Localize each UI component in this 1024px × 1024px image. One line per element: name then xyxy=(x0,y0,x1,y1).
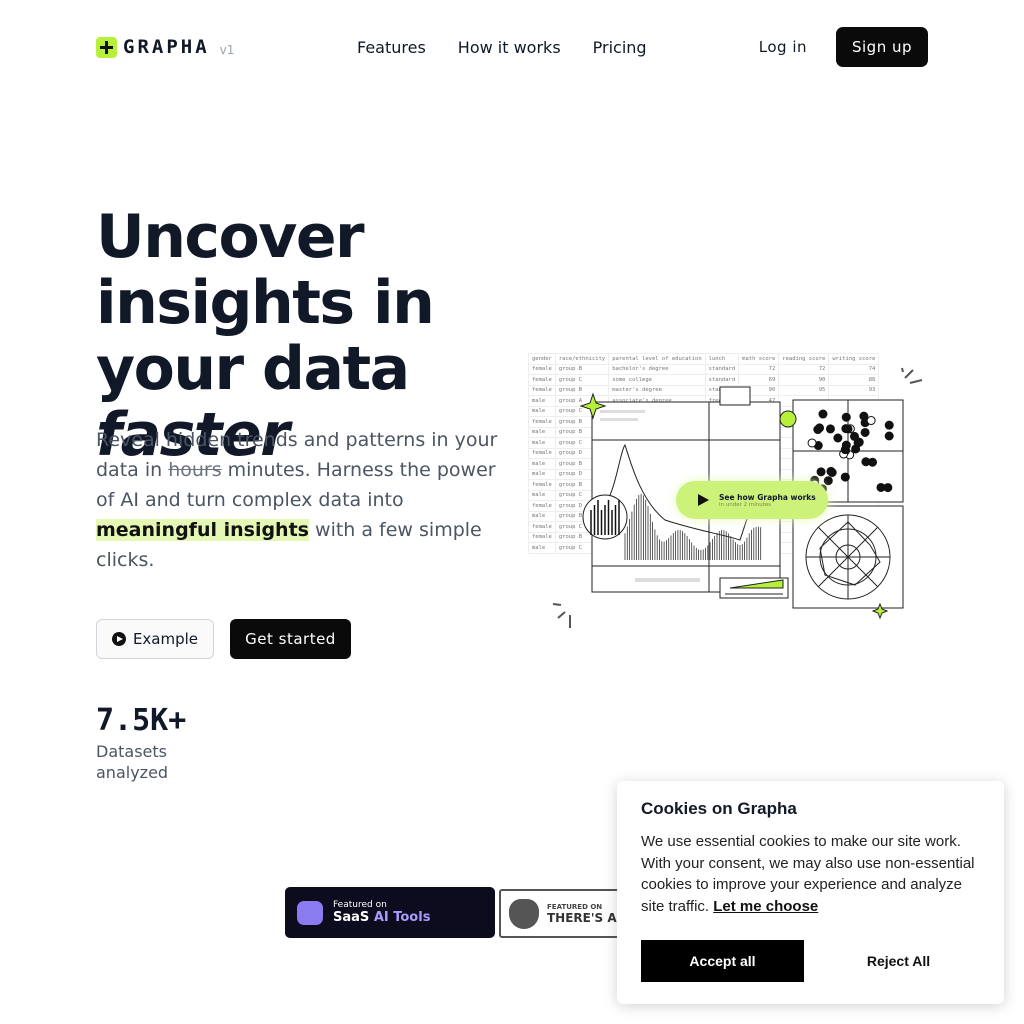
scatter-dot xyxy=(854,437,864,447)
logo[interactable]: GRAPHA v1 xyxy=(96,36,234,58)
accept-all-button[interactable]: Accept all xyxy=(641,940,804,982)
saas-ai-tools-badge[interactable]: Featured on SaaS AI Tools xyxy=(285,887,495,938)
badge-small-text: Featured on xyxy=(333,900,387,910)
cta-subtitle: in under 2 minutes xyxy=(719,501,772,508)
brand-name: GRAPHA xyxy=(123,36,210,58)
scatter-dot xyxy=(884,420,894,430)
scatter-dot xyxy=(860,427,870,437)
scatter-dot xyxy=(807,438,817,448)
scatter-dot xyxy=(825,424,835,434)
let-me-choose-link[interactable]: Let me choose xyxy=(713,898,818,915)
login-link[interactable]: Log in xyxy=(759,38,807,56)
scatter-dot xyxy=(840,472,850,482)
badge-name: THERE'S AN xyxy=(547,910,627,925)
scatter-dot xyxy=(876,482,886,492)
scatter-dot xyxy=(823,476,833,486)
reject-all-button[interactable]: Reject All xyxy=(817,940,980,982)
scatter-dot xyxy=(818,409,828,419)
stat-label: Datasets analyzed xyxy=(96,742,169,782)
example-label: Example xyxy=(132,630,199,648)
hero-illustration: gender race/ethnicity parental level of ed… xyxy=(525,350,925,635)
tooltip-shape xyxy=(719,386,751,406)
nav-link-how-it-works[interactable]: How it works xyxy=(458,38,561,57)
flexed-arm-icon xyxy=(509,898,539,929)
top-nav: GRAPHA v1 Features How it works Pricing … xyxy=(96,27,928,67)
example-button[interactable]: Example xyxy=(96,619,214,659)
lead-highlight: meaningful insights xyxy=(96,519,309,541)
cookie-body: We use essential cookies to make our sit… xyxy=(641,831,980,917)
scatter-dot xyxy=(861,457,871,467)
version-label: v1 xyxy=(219,43,235,57)
play-icon xyxy=(111,632,126,646)
nav-link-pricing[interactable]: Pricing xyxy=(593,38,647,57)
see-how-it-works-button[interactable]: See how Grapha works in under 2 minutes xyxy=(676,481,828,519)
cta-title: See how Grapha works xyxy=(719,492,816,502)
lead-strikethrough: hours xyxy=(168,459,222,481)
scatter-dot xyxy=(833,433,843,443)
scatter-dot xyxy=(816,467,826,477)
stat-value: 7.5K+ xyxy=(96,703,187,738)
scatter-dot xyxy=(866,416,876,426)
logo-plus-icon xyxy=(96,36,117,58)
cookie-title: Cookies on Grapha xyxy=(641,799,797,818)
aperture-icon xyxy=(779,410,797,428)
scatter-dot xyxy=(884,431,894,441)
scatter-dot xyxy=(841,412,851,422)
scatter-dot xyxy=(815,423,825,433)
scatter-dot xyxy=(841,440,851,450)
cookie-banner: Cookies on Grapha We use essential cooki… xyxy=(617,781,1004,1004)
badge-small-text: FEATURED ON xyxy=(547,902,603,911)
hero-lead: Reveal hidden trends and patterns in you… xyxy=(96,425,506,575)
badge-name: SaaS xyxy=(333,910,370,925)
badge-accent: AI Tools xyxy=(373,910,431,925)
hero-title-text: Uncover insights in your data xyxy=(96,202,435,404)
scatter-dot xyxy=(826,466,836,476)
get-started-button[interactable]: Get started xyxy=(230,619,351,659)
robot-icon xyxy=(297,900,323,925)
signup-button[interactable]: Sign up xyxy=(835,27,928,67)
play-icon xyxy=(698,494,709,506)
radar-chart xyxy=(805,514,891,600)
nav-link-features[interactable]: Features xyxy=(357,38,426,57)
scatter-dot xyxy=(843,424,853,434)
